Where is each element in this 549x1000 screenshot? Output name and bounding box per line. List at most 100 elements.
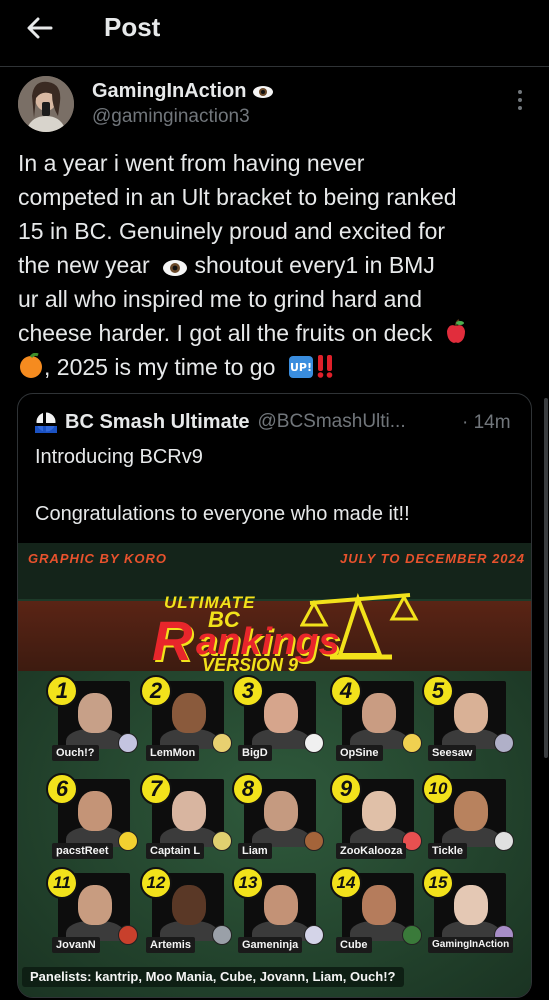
portrait-face xyxy=(362,791,396,831)
post-line-segment: , 2025 is my time to go xyxy=(44,354,276,380)
character-icon xyxy=(118,733,138,753)
player-name-tag: Tickle xyxy=(428,843,467,859)
portrait-face xyxy=(78,693,112,733)
ranking-card: 15 GamingInAction xyxy=(422,867,514,963)
rank-number: 2 xyxy=(140,675,172,707)
quoted-post-time: · 14m xyxy=(462,412,511,433)
player-name-tag: Cube xyxy=(336,937,372,953)
rank-number: 1 xyxy=(46,675,78,707)
rank-number: 12 xyxy=(140,867,172,899)
arrow-left-icon xyxy=(27,17,53,39)
ranking-card: 13 Gameninja xyxy=(232,867,324,963)
portrait-face xyxy=(78,885,112,925)
svg-text:UP!: UP! xyxy=(290,361,312,374)
player-name-tag: Liam xyxy=(238,843,272,859)
player-name-tag: Artemis xyxy=(146,937,195,953)
quoted-author-name: BC Smash Ultimate xyxy=(65,410,250,433)
post-text: In a year i went from having never compe… xyxy=(18,146,542,384)
ranking-card: 11 JovanN xyxy=(46,867,138,963)
rank-number: 3 xyxy=(232,675,264,707)
post-line-with-emoji: cheese harder. I got all the fruits on d… xyxy=(18,316,542,350)
portrait-face xyxy=(264,791,298,831)
graphic-credit: GRAPHIC BY KORO xyxy=(28,551,167,566)
portrait-face xyxy=(362,693,396,733)
post-line-with-emoji: the new year shoutout every1 in BMJ xyxy=(18,248,542,282)
character-icon xyxy=(304,925,324,945)
player-name-tag: GamingInAction xyxy=(428,937,514,953)
post-line-segment: shoutout every1 in BMJ xyxy=(188,252,435,278)
author-name[interactable]: GamingInAction xyxy=(92,80,274,103)
ranking-card: 12 Artemis xyxy=(140,867,232,963)
double-exclamation-emoji-icon xyxy=(317,355,333,378)
character-icon xyxy=(118,925,138,945)
scrollbar[interactable] xyxy=(544,398,548,758)
portrait-face xyxy=(172,791,206,831)
character-icon xyxy=(304,831,324,851)
character-icon xyxy=(212,831,232,851)
graphic-date-range: JULY TO DECEMBER 2024 xyxy=(340,551,525,566)
more-options-button[interactable] xyxy=(510,88,530,112)
post-line: ur all who inspired me to grind hard and xyxy=(18,286,423,312)
eye-emoji-icon xyxy=(163,260,188,276)
quoted-post[interactable]: BC Smash Ultimate @BCSmashUlti... · 14m … xyxy=(17,393,532,998)
rank-number: 11 xyxy=(46,867,78,899)
quoted-author-handle: @BCSmashUlti... xyxy=(257,411,406,432)
ranking-card: 9 ZooKalooza xyxy=(330,773,422,869)
rank-number: 10 xyxy=(422,773,454,805)
post-line-segment: cheese harder. I got all the fruits on d… xyxy=(18,320,433,346)
ranking-card: 10 Tickle xyxy=(422,773,514,869)
graphic-title-version: VERSION 9 xyxy=(202,655,299,675)
portrait-face xyxy=(172,885,206,925)
player-name-tag: Captain L xyxy=(146,843,205,859)
character-icon xyxy=(212,925,232,945)
ranking-card: 6 pacstReet xyxy=(46,773,138,869)
character-icon xyxy=(118,831,138,851)
quoted-post-text: Introducing BCRv9 xyxy=(35,446,203,468)
rankings-graphic[interactable]: GRAPHIC BY KORO JULY TO DECEMBER 2024 UL… xyxy=(18,543,531,997)
tangerine-emoji-icon xyxy=(20,353,42,378)
player-name-tag: LemMon xyxy=(146,745,200,761)
top-bar: Post xyxy=(0,0,549,60)
player-name-tag: JovanN xyxy=(52,937,100,953)
portrait-face xyxy=(454,791,488,831)
eye-emoji-icon xyxy=(253,85,274,98)
post-line: 15 in BC. Genuinely proud and excited fo… xyxy=(18,218,446,244)
rank-number: 6 xyxy=(46,773,78,805)
author-handle[interactable]: @gaminginaction3 xyxy=(92,106,250,128)
ranking-card: 4 OpSine xyxy=(330,675,422,771)
back-button[interactable] xyxy=(20,10,60,46)
smash-logo-icon xyxy=(35,411,57,433)
player-name-tag: Ouch!? xyxy=(52,745,99,761)
rank-number: 4 xyxy=(330,675,362,707)
rank-number: 15 xyxy=(422,867,454,899)
ranking-card: 8 Liam xyxy=(232,773,324,869)
portrait-face xyxy=(454,885,488,925)
player-name-tag: OpSine xyxy=(336,745,383,761)
portrait-face xyxy=(362,885,396,925)
post-line: In a year i went from having never xyxy=(18,150,365,176)
quoted-post-text: Congratulations to everyone who made it!… xyxy=(35,503,410,525)
ranking-card: 2 LemMon xyxy=(140,675,232,771)
up-button-emoji-icon: UP! xyxy=(288,356,313,378)
page-title: Post xyxy=(104,12,161,42)
post-line: competed in an Ult bracket to being rank… xyxy=(18,184,457,210)
rank-number: 8 xyxy=(232,773,264,805)
player-name-tag: pacstReet xyxy=(52,843,113,859)
rank-number: 5 xyxy=(422,675,454,707)
panelists-label: Panelists: kantrip, Moo Mania, Cube, Jov… xyxy=(22,967,404,987)
dot-icon xyxy=(518,106,522,110)
player-name-tag: BigD xyxy=(238,745,272,761)
graphic-title-r: R xyxy=(152,609,193,672)
portrait-face xyxy=(264,693,298,733)
character-icon xyxy=(402,925,422,945)
ranking-card: 1 Ouch!? xyxy=(46,675,138,771)
balance-scale-icon xyxy=(300,593,419,660)
avatar-image xyxy=(18,76,74,132)
ranking-card: 5 Seesaw xyxy=(422,675,514,771)
post-line-with-emoji: , 2025 is my time to go UP! xyxy=(18,350,542,384)
red-apple-emoji-icon xyxy=(446,319,465,343)
avatar[interactable] xyxy=(18,76,74,132)
ranking-card: 7 Captain L xyxy=(140,773,232,869)
portrait-face xyxy=(454,693,488,733)
portrait-face xyxy=(78,791,112,831)
